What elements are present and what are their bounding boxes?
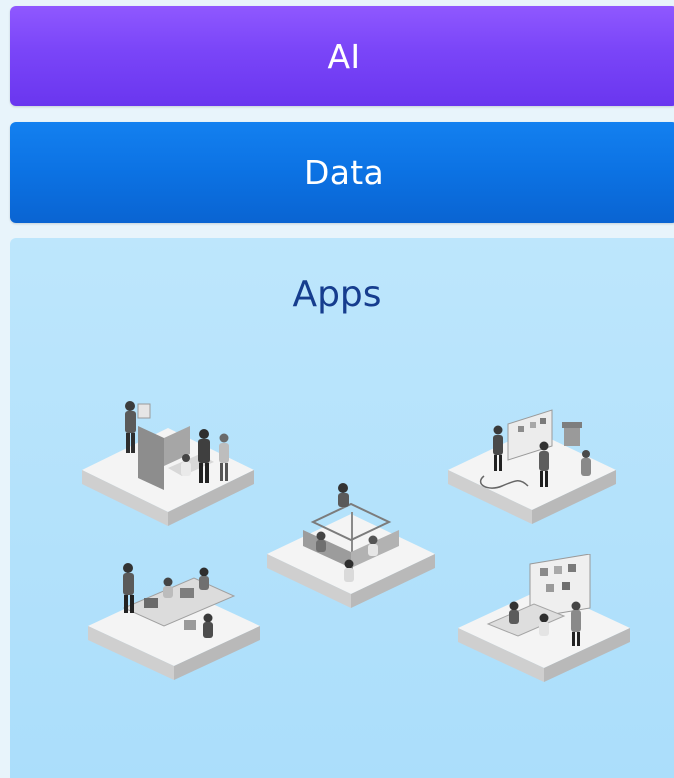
planning-board-scene-icon: [458, 554, 630, 682]
office-cubicle-scene-icon: [82, 401, 254, 526]
apps-layer: Apps: [10, 238, 674, 778]
data-layer-label: Data: [304, 153, 384, 192]
data-layer: Data: [10, 122, 674, 223]
open-workspace-scene-icon: [267, 483, 435, 608]
brainstorm-whiteboard-scene-icon: [448, 409, 616, 524]
ai-layer: AI: [10, 6, 674, 106]
apps-layer-label: Apps: [292, 274, 382, 315]
team-desk-scene-icon: [88, 563, 260, 680]
ai-layer-label: AI: [327, 36, 361, 76]
